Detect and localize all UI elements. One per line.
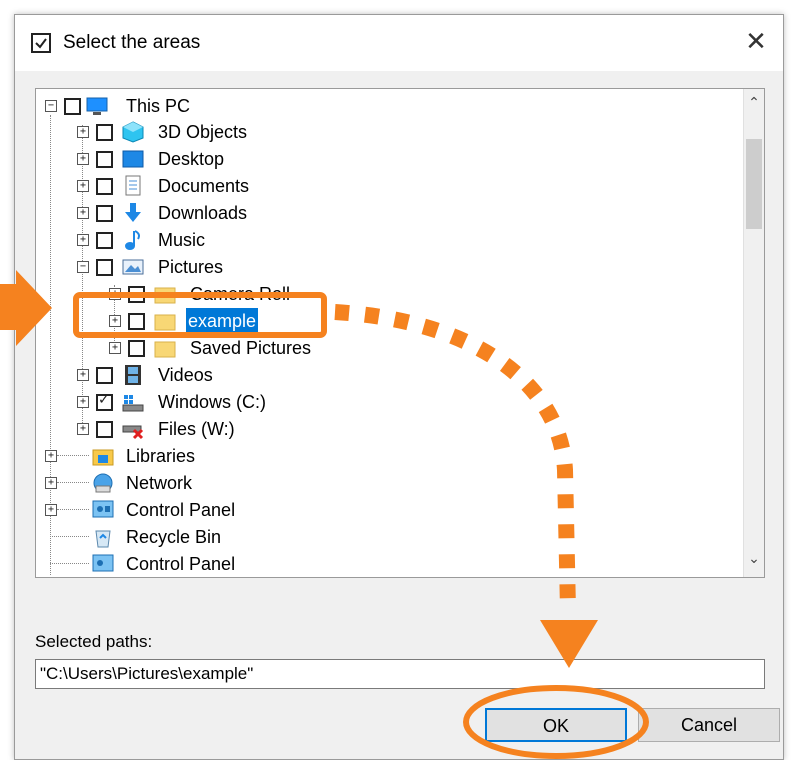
tree-item-label: Downloads	[158, 203, 248, 223]
expand-icon[interactable]: +	[45, 477, 57, 489]
vertical-scrollbar[interactable]: ⌃ ⌄	[743, 89, 764, 577]
select-areas-dialog: Select the areas ✕ − This PC + 3D Object…	[14, 14, 784, 760]
tree-item-label: Camera Roll	[190, 284, 291, 304]
tree-item-label: Files (W:)	[158, 419, 235, 439]
scroll-down-icon[interactable]: ⌄	[744, 549, 764, 569]
scroll-up-icon[interactable]: ⌃	[744, 93, 764, 113]
tree-item-label: This PC	[126, 96, 191, 116]
tree-checkbox[interactable]	[128, 340, 145, 357]
expand-icon[interactable]: +	[109, 288, 121, 300]
3d-objects-icon	[122, 121, 144, 143]
tree-checkbox[interactable]	[96, 367, 113, 384]
tree-item-label: Desktop	[158, 149, 225, 169]
recycle-bin-icon	[95, 530, 111, 548]
downloads-icon	[125, 203, 141, 222]
tree-line	[57, 482, 89, 483]
folder-icon	[154, 314, 176, 331]
tree-item-label: Windows (C:)	[158, 392, 267, 412]
folder-icon	[154, 287, 176, 304]
tree-item-label: Libraries	[126, 446, 196, 466]
tree-line	[57, 455, 89, 456]
folder-icon	[154, 341, 176, 358]
computer-icon	[86, 97, 108, 115]
ok-button[interactable]: OK	[485, 708, 627, 742]
expand-icon[interactable]: +	[109, 342, 121, 354]
cancel-button[interactable]: Cancel	[638, 708, 780, 742]
expand-icon[interactable]: +	[77, 207, 89, 219]
expand-icon[interactable]: +	[77, 153, 89, 165]
network-drive-icon	[122, 425, 144, 440]
tree-item-label: Music	[158, 230, 206, 250]
tree-checkbox[interactable]	[96, 151, 113, 168]
title-bar: Select the areas ✕	[15, 15, 783, 71]
tree-checkbox[interactable]	[128, 313, 145, 330]
documents-icon	[125, 175, 141, 196]
tree-line	[57, 509, 89, 510]
expand-icon[interactable]: +	[77, 126, 89, 138]
tree-item-label: Control Panel	[126, 554, 236, 574]
expand-icon[interactable]: +	[45, 450, 57, 462]
collapse-icon[interactable]: −	[77, 261, 89, 273]
tree-item-label: Network	[126, 473, 193, 493]
pictures-icon	[122, 259, 144, 275]
expand-icon[interactable]: +	[77, 369, 89, 381]
tree-item-label: 3D Objects	[158, 122, 248, 142]
folder-tree[interactable]: − This PC + 3D Objects + Desktop + Docum…	[35, 88, 765, 578]
collapse-icon[interactable]: −	[45, 100, 57, 112]
scroll-thumb[interactable]	[746, 139, 762, 229]
control-panel-icon	[92, 554, 114, 572]
tree-checkbox[interactable]	[96, 392, 113, 411]
dialog-title: Select the areas	[63, 32, 201, 53]
tree-checkbox[interactable]	[96, 124, 113, 141]
expand-icon[interactable]: +	[77, 234, 89, 246]
expand-icon[interactable]: +	[45, 504, 57, 516]
tree-checkbox[interactable]	[96, 205, 113, 222]
control-panel-icon	[92, 500, 114, 518]
tree-checkbox[interactable]	[96, 232, 113, 249]
tree-item-label: Saved Pictures	[190, 338, 312, 358]
tree-checkbox[interactable]	[96, 178, 113, 195]
close-button[interactable]: ✕	[741, 27, 771, 57]
network-icon	[93, 473, 113, 493]
selected-paths-field[interactable]: "C:\Users\Pictures\example"	[35, 659, 765, 689]
selected-paths-label: Selected paths:	[35, 632, 153, 651]
tree-line	[50, 536, 89, 537]
tree-line	[50, 563, 89, 564]
tree-item-label: example	[186, 308, 259, 334]
checkbox-app-icon	[31, 33, 51, 53]
tree-checkbox[interactable]	[64, 98, 81, 115]
music-icon	[125, 230, 140, 250]
expand-icon[interactable]: +	[77, 423, 89, 435]
expand-icon[interactable]: +	[77, 180, 89, 192]
tree-item-label: Recycle Bin	[126, 527, 222, 547]
expand-icon[interactable]: +	[77, 396, 89, 408]
libraries-icon	[92, 449, 114, 466]
desktop-icon	[122, 150, 144, 168]
tree-checkbox[interactable]	[96, 421, 113, 438]
tree-item-label: Documents	[158, 176, 250, 196]
videos-icon	[125, 365, 141, 385]
expand-icon[interactable]: +	[109, 315, 121, 327]
tree-item-label: Videos	[158, 365, 213, 385]
tree-item-label: Control Panel	[126, 500, 236, 520]
tree-checkbox[interactable]	[128, 286, 145, 303]
drive-icon	[122, 395, 144, 412]
tree-checkbox[interactable]	[96, 259, 113, 276]
tree-item-label: Pictures	[158, 257, 224, 277]
